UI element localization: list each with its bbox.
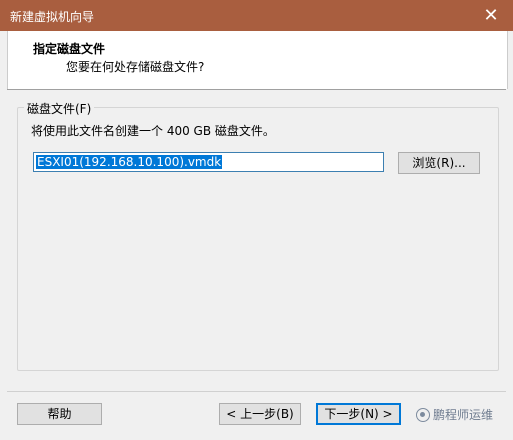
disk-file-description: 将使用此文件名创建一个 400 GB 磁盘文件。 [31,124,275,138]
close-icon: ✕ [483,5,499,26]
disk-file-input[interactable]: ESXI01(192.168.10.100).vmdk [33,152,384,172]
watermark-text: 鹏程师运维 [433,408,494,422]
wechat-logo-icon [416,407,430,422]
close-button[interactable]: ✕ [469,0,513,31]
header-divider [7,89,506,90]
disk-file-group: 磁盘文件(F) 将使用此文件名创建一个 400 GB 磁盘文件。 ESXI01(… [17,100,499,371]
window-title: 新建虚拟机向导 [10,10,95,24]
watermark: 鹏程师运维 [416,406,493,423]
browse-button[interactable]: 浏览(R)... [398,152,480,174]
disk-file-value: ESXI01(192.168.10.100).vmdk [36,155,223,169]
title-bar: 新建虚拟机向导 ✕ [0,0,513,31]
disk-file-group-label: 磁盘文件(F) [24,100,95,117]
page-title: 指定磁盘文件 [33,42,106,56]
wizard-header: 指定磁盘文件 您要在何处存储磁盘文件? [7,31,508,89]
back-button[interactable]: < 上一步(B) [219,403,301,425]
footer-divider [7,391,506,392]
next-button[interactable]: 下一步(N) > [316,403,401,425]
page-subtitle: 您要在何处存储磁盘文件? [66,60,205,74]
help-button[interactable]: 帮助 [17,403,102,425]
